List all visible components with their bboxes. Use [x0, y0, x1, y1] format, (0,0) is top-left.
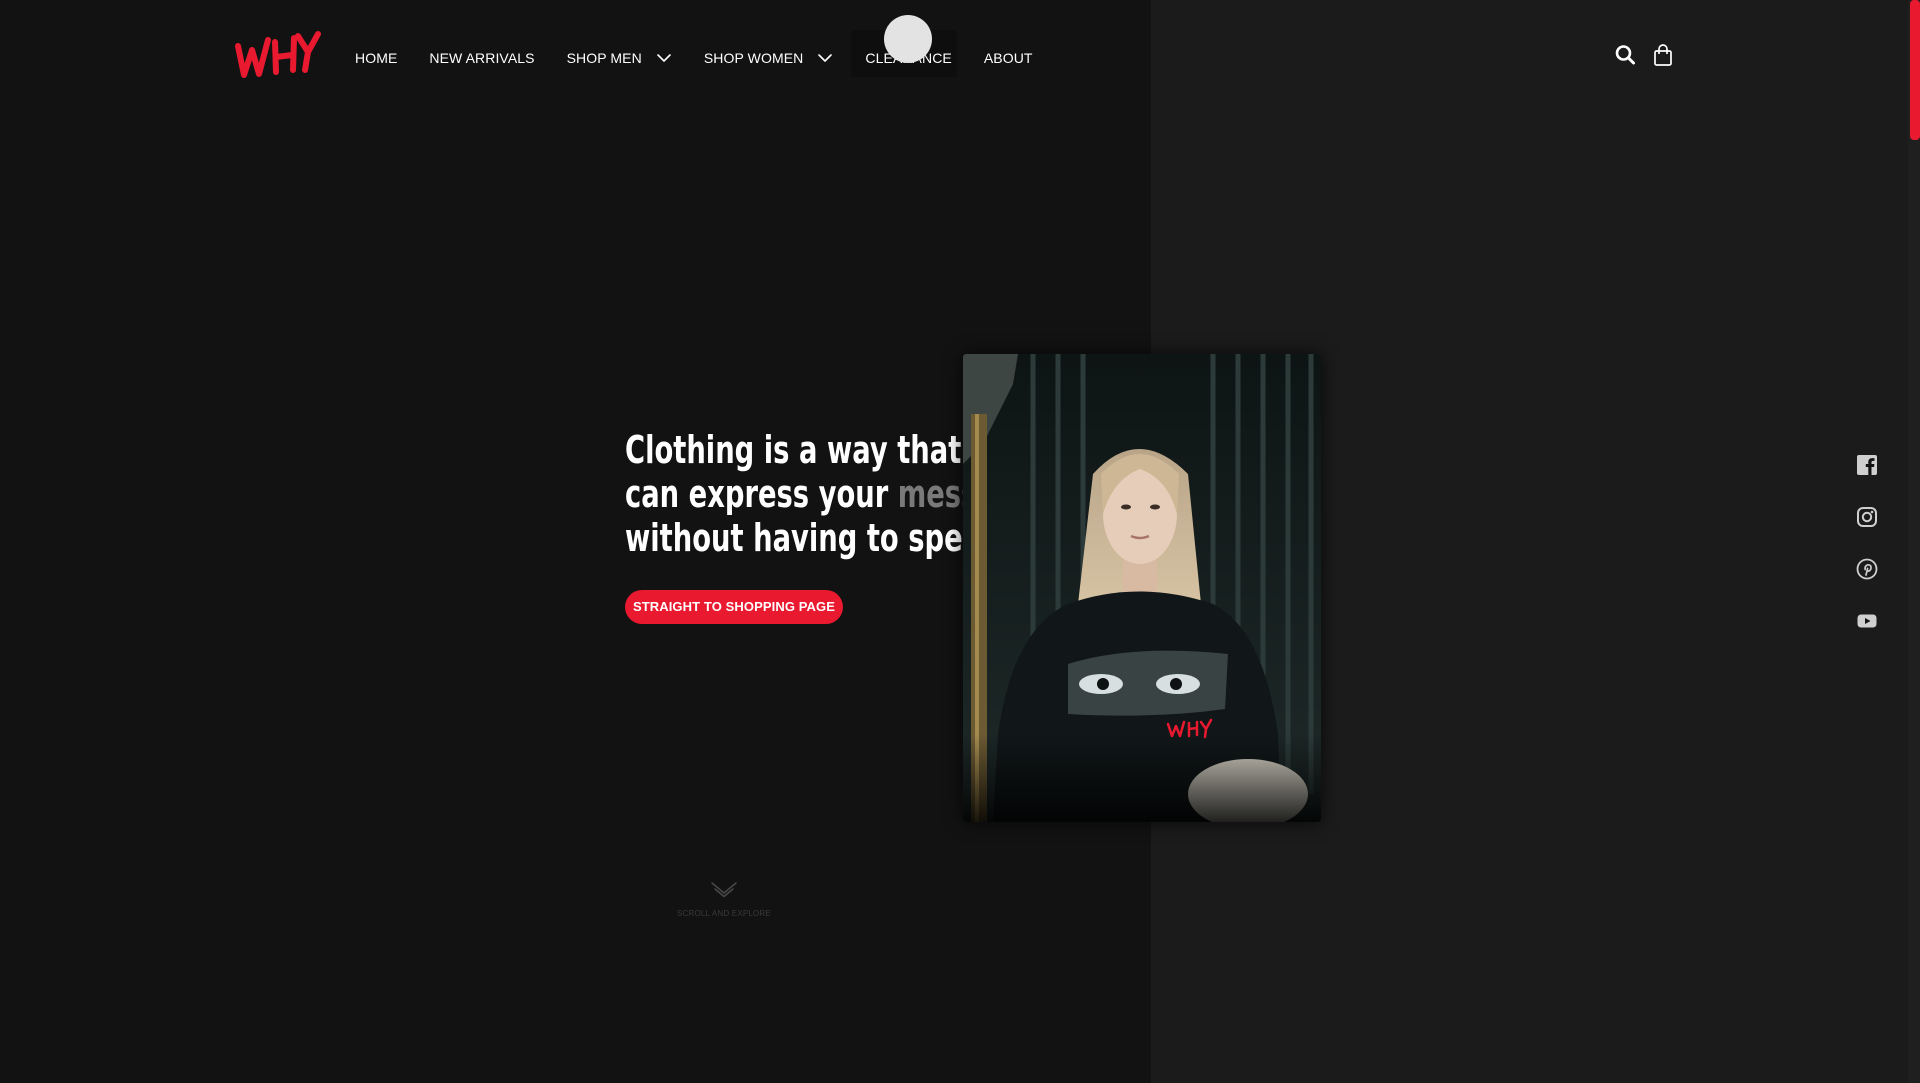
youtube-icon[interactable] — [1856, 610, 1878, 632]
nav-about-label: ABOUT — [983, 50, 1033, 66]
chevron-down-icon[interactable] — [817, 53, 833, 63]
custom-cursor — [884, 15, 932, 63]
hero-photo — [963, 354, 1321, 822]
hero-line-3: without having to speak — [625, 516, 965, 560]
nav-shop-women-label: SHOP WOMEN — [703, 50, 804, 66]
facebook-icon[interactable] — [1856, 454, 1878, 476]
hero-line-2-text: can express your — [625, 472, 898, 516]
nav-shop-men-label: SHOP MEN — [566, 50, 642, 66]
hero-headline: Clothing is a way that y can express you… — [625, 428, 965, 568]
why-logo[interactable] — [234, 30, 322, 82]
shop-now-button[interactable]: STRAIGHT TO SHOPPING PAGE — [625, 590, 843, 624]
shopping-bag-icon[interactable] — [1652, 43, 1674, 67]
model-photo-illustration — [963, 354, 1321, 822]
main-nav: HOME NEW ARRIVALS SHOP MEN SHOP WOMEN CL… — [355, 30, 1033, 77]
nav-new-arrivals-label: NEW ARRIVALS — [429, 50, 535, 66]
scroll-down-chevron-icon[interactable] — [710, 880, 738, 900]
social-links — [1856, 454, 1878, 632]
nav-shop-women[interactable]: SHOP WOMEN — [704, 50, 834, 66]
nav-new-arrivals[interactable]: NEW ARRIVALS — [429, 50, 534, 66]
scrollbar-thumb[interactable] — [1910, 0, 1920, 140]
nav-home[interactable]: HOME — [355, 50, 397, 66]
hero-line-2: can express your messa — [625, 472, 965, 516]
header-actions — [1614, 43, 1674, 67]
page: HOME NEW ARRIVALS SHOP MEN SHOP WOMEN CL… — [0, 0, 1920, 1083]
nav-about[interactable]: ABOUT — [984, 50, 1033, 66]
pinterest-icon[interactable] — [1856, 558, 1878, 580]
scrollbar-track[interactable] — [1908, 0, 1920, 1083]
hero-line-1: Clothing is a way that y — [625, 428, 965, 472]
nav-shop-men[interactable]: SHOP MEN — [567, 50, 672, 66]
nav-home-label: HOME — [355, 50, 398, 66]
chevron-down-icon[interactable] — [656, 53, 672, 63]
scroll-hint-label: SCROLL AND EXPLORE — [676, 909, 771, 918]
instagram-icon[interactable] — [1856, 506, 1878, 528]
search-icon[interactable] — [1614, 43, 1636, 67]
hero-line-2-highlight: messa — [897, 472, 965, 516]
